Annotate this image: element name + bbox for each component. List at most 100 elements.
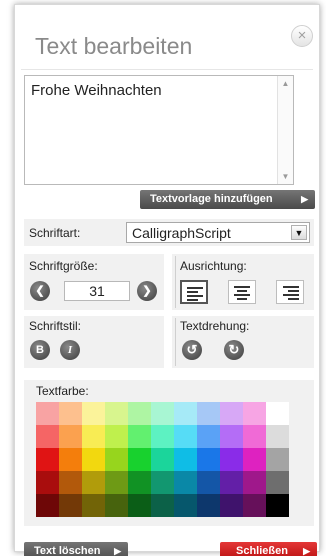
color-swatch[interactable] [243,425,266,448]
align-right-button[interactable] [276,280,304,304]
font-select-value: CalligraphScript [132,225,231,241]
color-swatch[interactable] [243,471,266,494]
font-size-section: Schriftgröße: ❮ 31 ❯ [24,254,164,310]
color-swatch[interactable] [128,425,151,448]
bold-button[interactable]: B [30,340,50,360]
alignment-label: Ausrichtung: [180,259,247,273]
chevron-left-icon[interactable]: ❮ [30,281,50,301]
divider [175,256,176,308]
color-swatch[interactable] [59,471,82,494]
color-swatch[interactable] [220,471,243,494]
color-swatch[interactable] [105,448,128,471]
chevron-right-icon[interactable]: ❯ [137,281,157,301]
color-swatch[interactable] [59,448,82,471]
rotation-section: Textdrehung: ↺ ↻ [172,316,314,368]
color-swatch[interactable] [36,402,59,425]
color-swatch[interactable] [151,494,174,517]
color-swatch[interactable] [36,471,59,494]
font-style-label: Schriftstil: [29,319,82,333]
color-swatch[interactable] [197,425,220,448]
color-swatch[interactable] [128,402,151,425]
color-palette [36,402,289,517]
color-swatch[interactable] [220,425,243,448]
add-template-button[interactable]: Textvorlage hinzufügen ▶ [140,190,315,209]
color-swatch[interactable] [82,402,105,425]
color-swatch[interactable] [266,448,289,471]
color-swatch[interactable] [197,471,220,494]
color-swatch[interactable] [82,448,105,471]
align-center-button[interactable] [228,280,256,304]
color-swatch[interactable] [128,494,151,517]
rotation-label: Textdrehung: [180,319,250,333]
add-template-label: Textvorlage hinzufügen [150,193,273,205]
color-swatch[interactable] [59,494,82,517]
color-swatch[interactable] [174,494,197,517]
color-swatch[interactable] [151,448,174,471]
color-swatch[interactable] [266,471,289,494]
chevron-down-icon[interactable]: ▼ [291,225,307,240]
color-swatch[interactable] [197,494,220,517]
color-swatch[interactable] [105,494,128,517]
font-row: Schriftart: CalligraphScript ▼ [24,219,314,246]
rotate-right-icon[interactable]: ↻ [224,340,244,360]
font-label: Schriftart: [29,226,81,240]
text-input-value: Frohe Weihnachten [31,82,162,99]
divider [175,318,176,366]
dialog-title: Text bearbeiten [35,33,193,59]
close-button[interactable]: Schließen ▶ [220,542,317,556]
color-swatch[interactable] [82,425,105,448]
color-swatch[interactable] [59,425,82,448]
color-swatch[interactable] [174,402,197,425]
color-swatch[interactable] [220,448,243,471]
close-label: Schließen [236,545,288,556]
color-swatch[interactable] [128,471,151,494]
color-swatch[interactable] [243,448,266,471]
clear-text-button[interactable]: Text löschen ▶ [24,542,128,556]
alignment-section: Ausrichtung: [172,254,314,310]
color-swatch[interactable] [220,402,243,425]
text-input-area[interactable]: Frohe Weihnachten ▲ ▼ [24,75,294,185]
play-arrow-icon: ▶ [114,546,121,556]
color-swatch[interactable] [151,471,174,494]
color-swatch[interactable] [36,425,59,448]
close-dialog-button[interactable]: × [291,25,313,47]
color-swatch[interactable] [197,448,220,471]
color-swatch[interactable] [105,402,128,425]
color-swatch[interactable] [197,402,220,425]
color-swatch[interactable] [105,425,128,448]
color-swatch[interactable] [59,402,82,425]
color-swatch[interactable] [82,471,105,494]
text-color-section: Textfarbe: [24,380,314,526]
color-swatch[interactable] [174,448,197,471]
clear-text-label: Text löschen [34,545,101,556]
play-arrow-icon: ▶ [301,194,308,204]
font-size-label: Schriftgröße: [29,259,98,273]
color-swatch[interactable] [266,425,289,448]
play-arrow-icon: ▶ [303,546,310,556]
color-swatch[interactable] [82,494,105,517]
color-swatch[interactable] [174,425,197,448]
scroll-down-icon[interactable]: ▼ [278,169,293,184]
font-select[interactable]: CalligraphScript ▼ [126,222,310,243]
color-swatch[interactable] [151,402,174,425]
italic-button[interactable]: I [60,340,80,360]
color-swatch[interactable] [151,425,174,448]
color-swatch[interactable] [174,471,197,494]
color-swatch[interactable] [36,494,59,517]
text-color-label: Textfarbe: [36,384,89,398]
font-style-section: Schriftstil: B I [24,316,164,368]
divider [21,69,313,70]
color-swatch[interactable] [266,494,289,517]
rotate-left-icon[interactable]: ↺ [182,340,202,360]
scroll-up-icon[interactable]: ▲ [278,76,293,91]
align-left-button[interactable] [180,280,208,304]
font-size-input[interactable]: 31 [64,281,130,301]
color-swatch[interactable] [243,494,266,517]
scrollbar[interactable]: ▲ ▼ [277,76,293,184]
color-swatch[interactable] [220,494,243,517]
color-swatch[interactable] [105,471,128,494]
color-swatch[interactable] [128,448,151,471]
color-swatch[interactable] [266,402,289,425]
color-swatch[interactable] [36,448,59,471]
color-swatch[interactable] [243,402,266,425]
